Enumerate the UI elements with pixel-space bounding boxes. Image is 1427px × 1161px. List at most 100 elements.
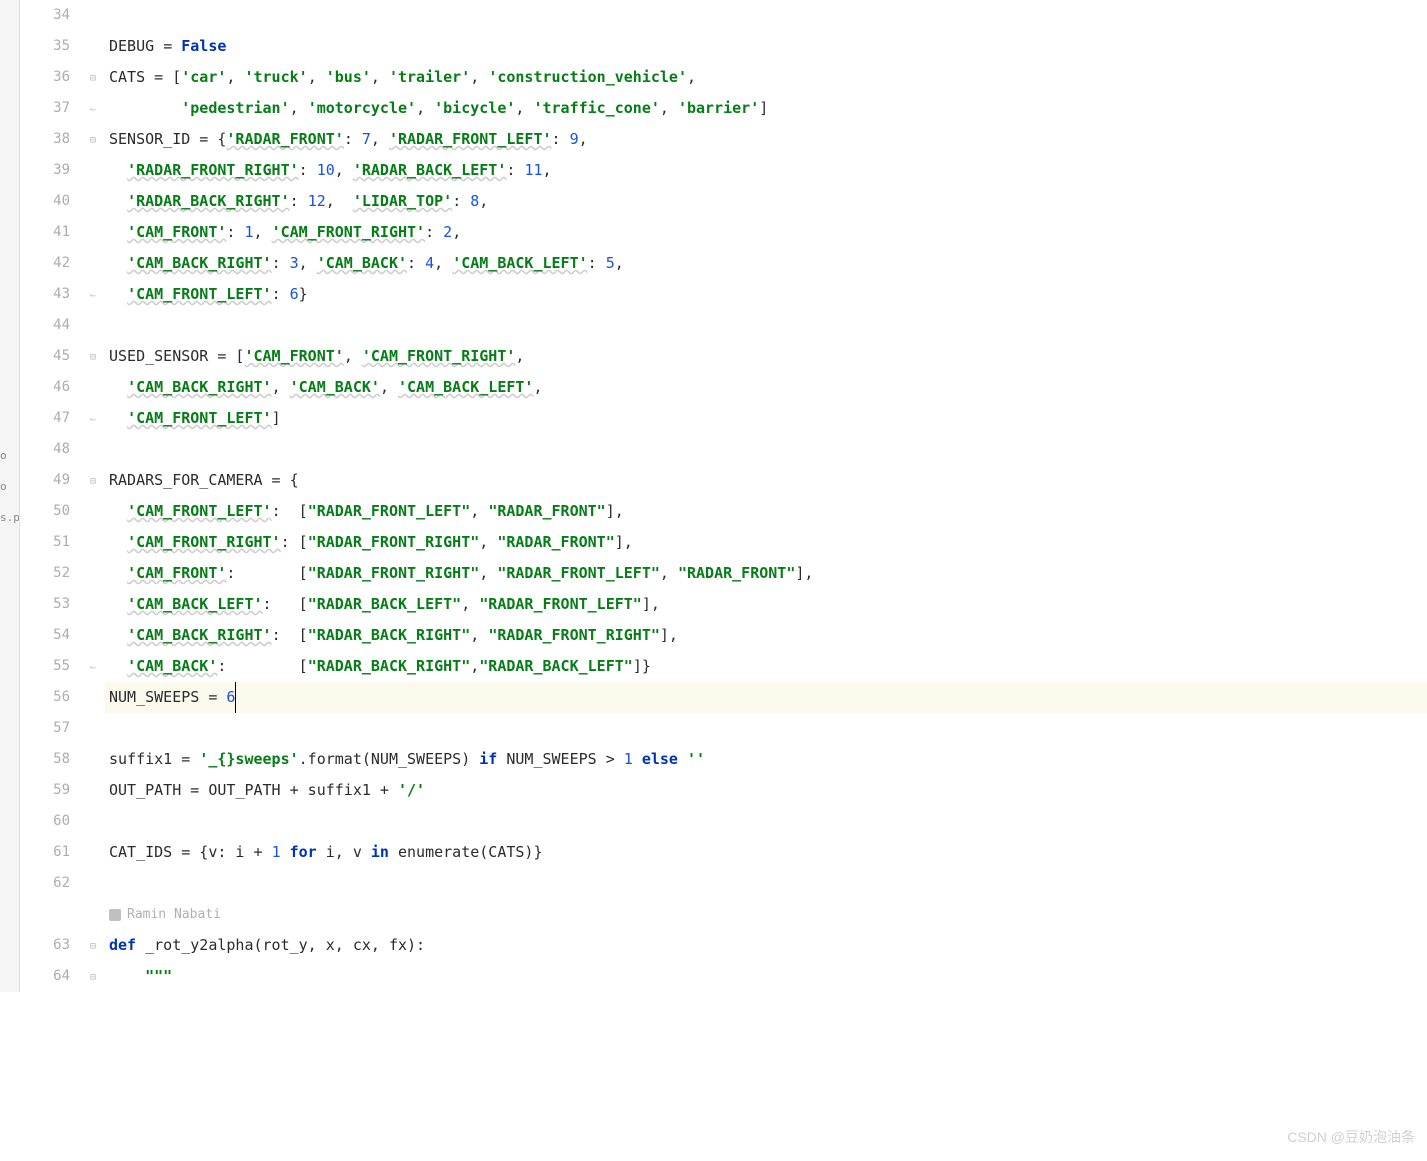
line-number[interactable]: 46 <box>20 372 70 403</box>
code-editor-area[interactable]: DEBUG = FalseCATS = ['car', 'truck', 'bu… <box>105 0 1427 992</box>
fold-marker[interactable]: ⊟ <box>90 961 105 992</box>
line-number[interactable]: 34 <box>20 0 70 31</box>
author-name: Ramin Nabati <box>127 899 221 930</box>
line-number[interactable]: 49 <box>20 465 70 496</box>
code-token: '' <box>687 744 705 775</box>
code-token: 'CAM_BACK' <box>127 651 217 682</box>
code-line[interactable] <box>105 713 1427 744</box>
code-line[interactable]: 'CAM_BACK_RIGHT': ["RADAR_BACK_RIGHT", "… <box>105 620 1427 651</box>
code-token: , <box>335 155 353 186</box>
code-token: 'pedestrian' <box>181 93 289 124</box>
code-line[interactable]: CAT_IDS = {v: i + 1 for i, v in enumerat… <box>105 837 1427 868</box>
line-number[interactable]: 60 <box>20 806 70 837</box>
line-number[interactable]: 38 <box>20 124 70 155</box>
line-number[interactable] <box>20 899 70 930</box>
code-token: (rot_y, x, cx, fx): <box>254 930 426 961</box>
code-token <box>109 558 127 589</box>
fold-column[interactable]: ⊟⌙⊟⌙⊟⌙⊟⌙⊟⊟ <box>90 0 105 992</box>
fold-marker <box>90 372 105 403</box>
code-token: suffix1 = <box>109 744 199 775</box>
code-line[interactable]: 'CAM_FRONT': 1, 'CAM_FRONT_RIGHT': 2, <box>105 217 1427 248</box>
code-token: ], <box>795 558 813 589</box>
line-number[interactable]: 56 <box>20 682 70 713</box>
line-number[interactable]: 42 <box>20 248 70 279</box>
line-number[interactable]: 45 <box>20 341 70 372</box>
code-token: "RADAR_FRONT_RIGHT" <box>308 558 480 589</box>
code-line[interactable]: 'CAM_BACK_LEFT': ["RADAR_BACK_LEFT", "RA… <box>105 589 1427 620</box>
line-number[interactable]: 51 <box>20 527 70 558</box>
code-token: , <box>579 124 588 155</box>
code-line[interactable]: 'CAM_BACK_RIGHT', 'CAM_BACK', 'CAM_BACK_… <box>105 372 1427 403</box>
line-number[interactable]: 64 <box>20 961 70 992</box>
line-number[interactable]: 36 <box>20 62 70 93</box>
code-line[interactable]: """ <box>105 961 1427 992</box>
code-token: 'CAM_FRONT_LEFT' <box>127 403 272 434</box>
line-number[interactable]: 52 <box>20 558 70 589</box>
code-token: 'CAM_FRONT_RIGHT' <box>272 217 426 248</box>
code-token: , <box>272 372 290 403</box>
fold-marker[interactable]: ⌙ <box>90 651 105 682</box>
line-number[interactable]: 37 <box>20 93 70 124</box>
line-number[interactable]: 43 <box>20 279 70 310</box>
fold-marker[interactable]: ⌙ <box>90 279 105 310</box>
line-number[interactable]: 47 <box>20 403 70 434</box>
code-line[interactable]: 'pedestrian', 'motorcycle', 'bicycle', '… <box>105 93 1427 124</box>
code-line[interactable]: 'CAM_BACK': ["RADAR_BACK_RIGHT","RADAR_B… <box>105 651 1427 682</box>
line-number[interactable]: 44 <box>20 310 70 341</box>
code-line[interactable]: 'RADAR_BACK_RIGHT': 12, 'LIDAR_TOP': 8, <box>105 186 1427 217</box>
code-token: : <box>272 248 290 279</box>
code-line[interactable] <box>105 434 1427 465</box>
line-number[interactable]: 63 <box>20 930 70 961</box>
code-token <box>109 217 127 248</box>
line-number[interactable]: 54 <box>20 620 70 651</box>
fold-marker[interactable]: ⌙ <box>90 93 105 124</box>
code-line[interactable]: RADARS_FOR_CAMERA = { <box>105 465 1427 496</box>
fold-marker[interactable]: ⊟ <box>90 62 105 93</box>
code-token: 11 <box>524 155 542 186</box>
code-line[interactable]: CATS = ['car', 'truck', 'bus', 'trailer'… <box>105 62 1427 93</box>
line-number[interactable]: 39 <box>20 155 70 186</box>
line-number[interactable]: 35 <box>20 31 70 62</box>
line-number[interactable]: 41 <box>20 217 70 248</box>
code-line[interactable]: suffix1 = '_{}sweeps'.format(NUM_SWEEPS)… <box>105 744 1427 775</box>
line-number[interactable]: 57 <box>20 713 70 744</box>
code-line[interactable]: 'RADAR_FRONT_RIGHT': 10, 'RADAR_BACK_LEF… <box>105 155 1427 186</box>
code-line[interactable]: OUT_PATH = OUT_PATH + suffix1 + '/' <box>105 775 1427 806</box>
code-line[interactable]: SENSOR_ID = {'RADAR_FRONT': 7, 'RADAR_FR… <box>105 124 1427 155</box>
code-line[interactable]: 'CAM_BACK_RIGHT': 3, 'CAM_BACK': 4, 'CAM… <box>105 248 1427 279</box>
line-number[interactable]: 40 <box>20 186 70 217</box>
line-number[interactable]: 48 <box>20 434 70 465</box>
code-line[interactable]: NUM_SWEEPS = 6 <box>105 682 1427 713</box>
line-number[interactable]: 58 <box>20 744 70 775</box>
code-line[interactable] <box>105 806 1427 837</box>
line-number[interactable]: 55 <box>20 651 70 682</box>
fold-marker[interactable]: ⌙ <box>90 403 105 434</box>
code-line[interactable] <box>105 0 1427 31</box>
code-line[interactable] <box>105 868 1427 899</box>
code-line[interactable]: 'CAM_FRONT_LEFT': ["RADAR_FRONT_LEFT", "… <box>105 496 1427 527</box>
fold-marker[interactable]: ⊟ <box>90 930 105 961</box>
code-line[interactable]: 'CAM_FRONT_LEFT'] <box>105 403 1427 434</box>
line-number[interactable]: 62 <box>20 868 70 899</box>
sidebar-fragment: o <box>0 471 19 502</box>
line-number[interactable]: 50 <box>20 496 70 527</box>
code-token: _rot_y2alpha <box>145 930 253 961</box>
line-number[interactable]: 53 <box>20 589 70 620</box>
fold-marker[interactable]: ⊟ <box>90 341 105 372</box>
code-token: 'RADAR_FRONT' <box>226 124 343 155</box>
code-line[interactable]: 'CAM_FRONT': ["RADAR_FRONT_RIGHT", "RADA… <box>105 558 1427 589</box>
line-number-gutter[interactable]: 3435363738394041424344454647484950515253… <box>20 0 90 992</box>
fold-marker[interactable]: ⊟ <box>90 465 105 496</box>
code-token <box>109 620 127 651</box>
fold-marker[interactable]: ⊟ <box>90 124 105 155</box>
code-line[interactable]: def _rot_y2alpha(rot_y, x, cx, fx): <box>105 930 1427 961</box>
line-number[interactable]: 59 <box>20 775 70 806</box>
code-token <box>109 403 127 434</box>
code-line[interactable]: 'CAM_FRONT_LEFT': 6} <box>105 279 1427 310</box>
code-line[interactable] <box>105 310 1427 341</box>
line-number[interactable]: 61 <box>20 837 70 868</box>
code-line[interactable]: 'CAM_FRONT_RIGHT': ["RADAR_FRONT_RIGHT",… <box>105 527 1427 558</box>
code-line[interactable]: USED_SENSOR = ['CAM_FRONT', 'CAM_FRONT_R… <box>105 341 1427 372</box>
code-token: 'RADAR_BACK_LEFT' <box>353 155 507 186</box>
code-line[interactable]: DEBUG = False <box>105 31 1427 62</box>
